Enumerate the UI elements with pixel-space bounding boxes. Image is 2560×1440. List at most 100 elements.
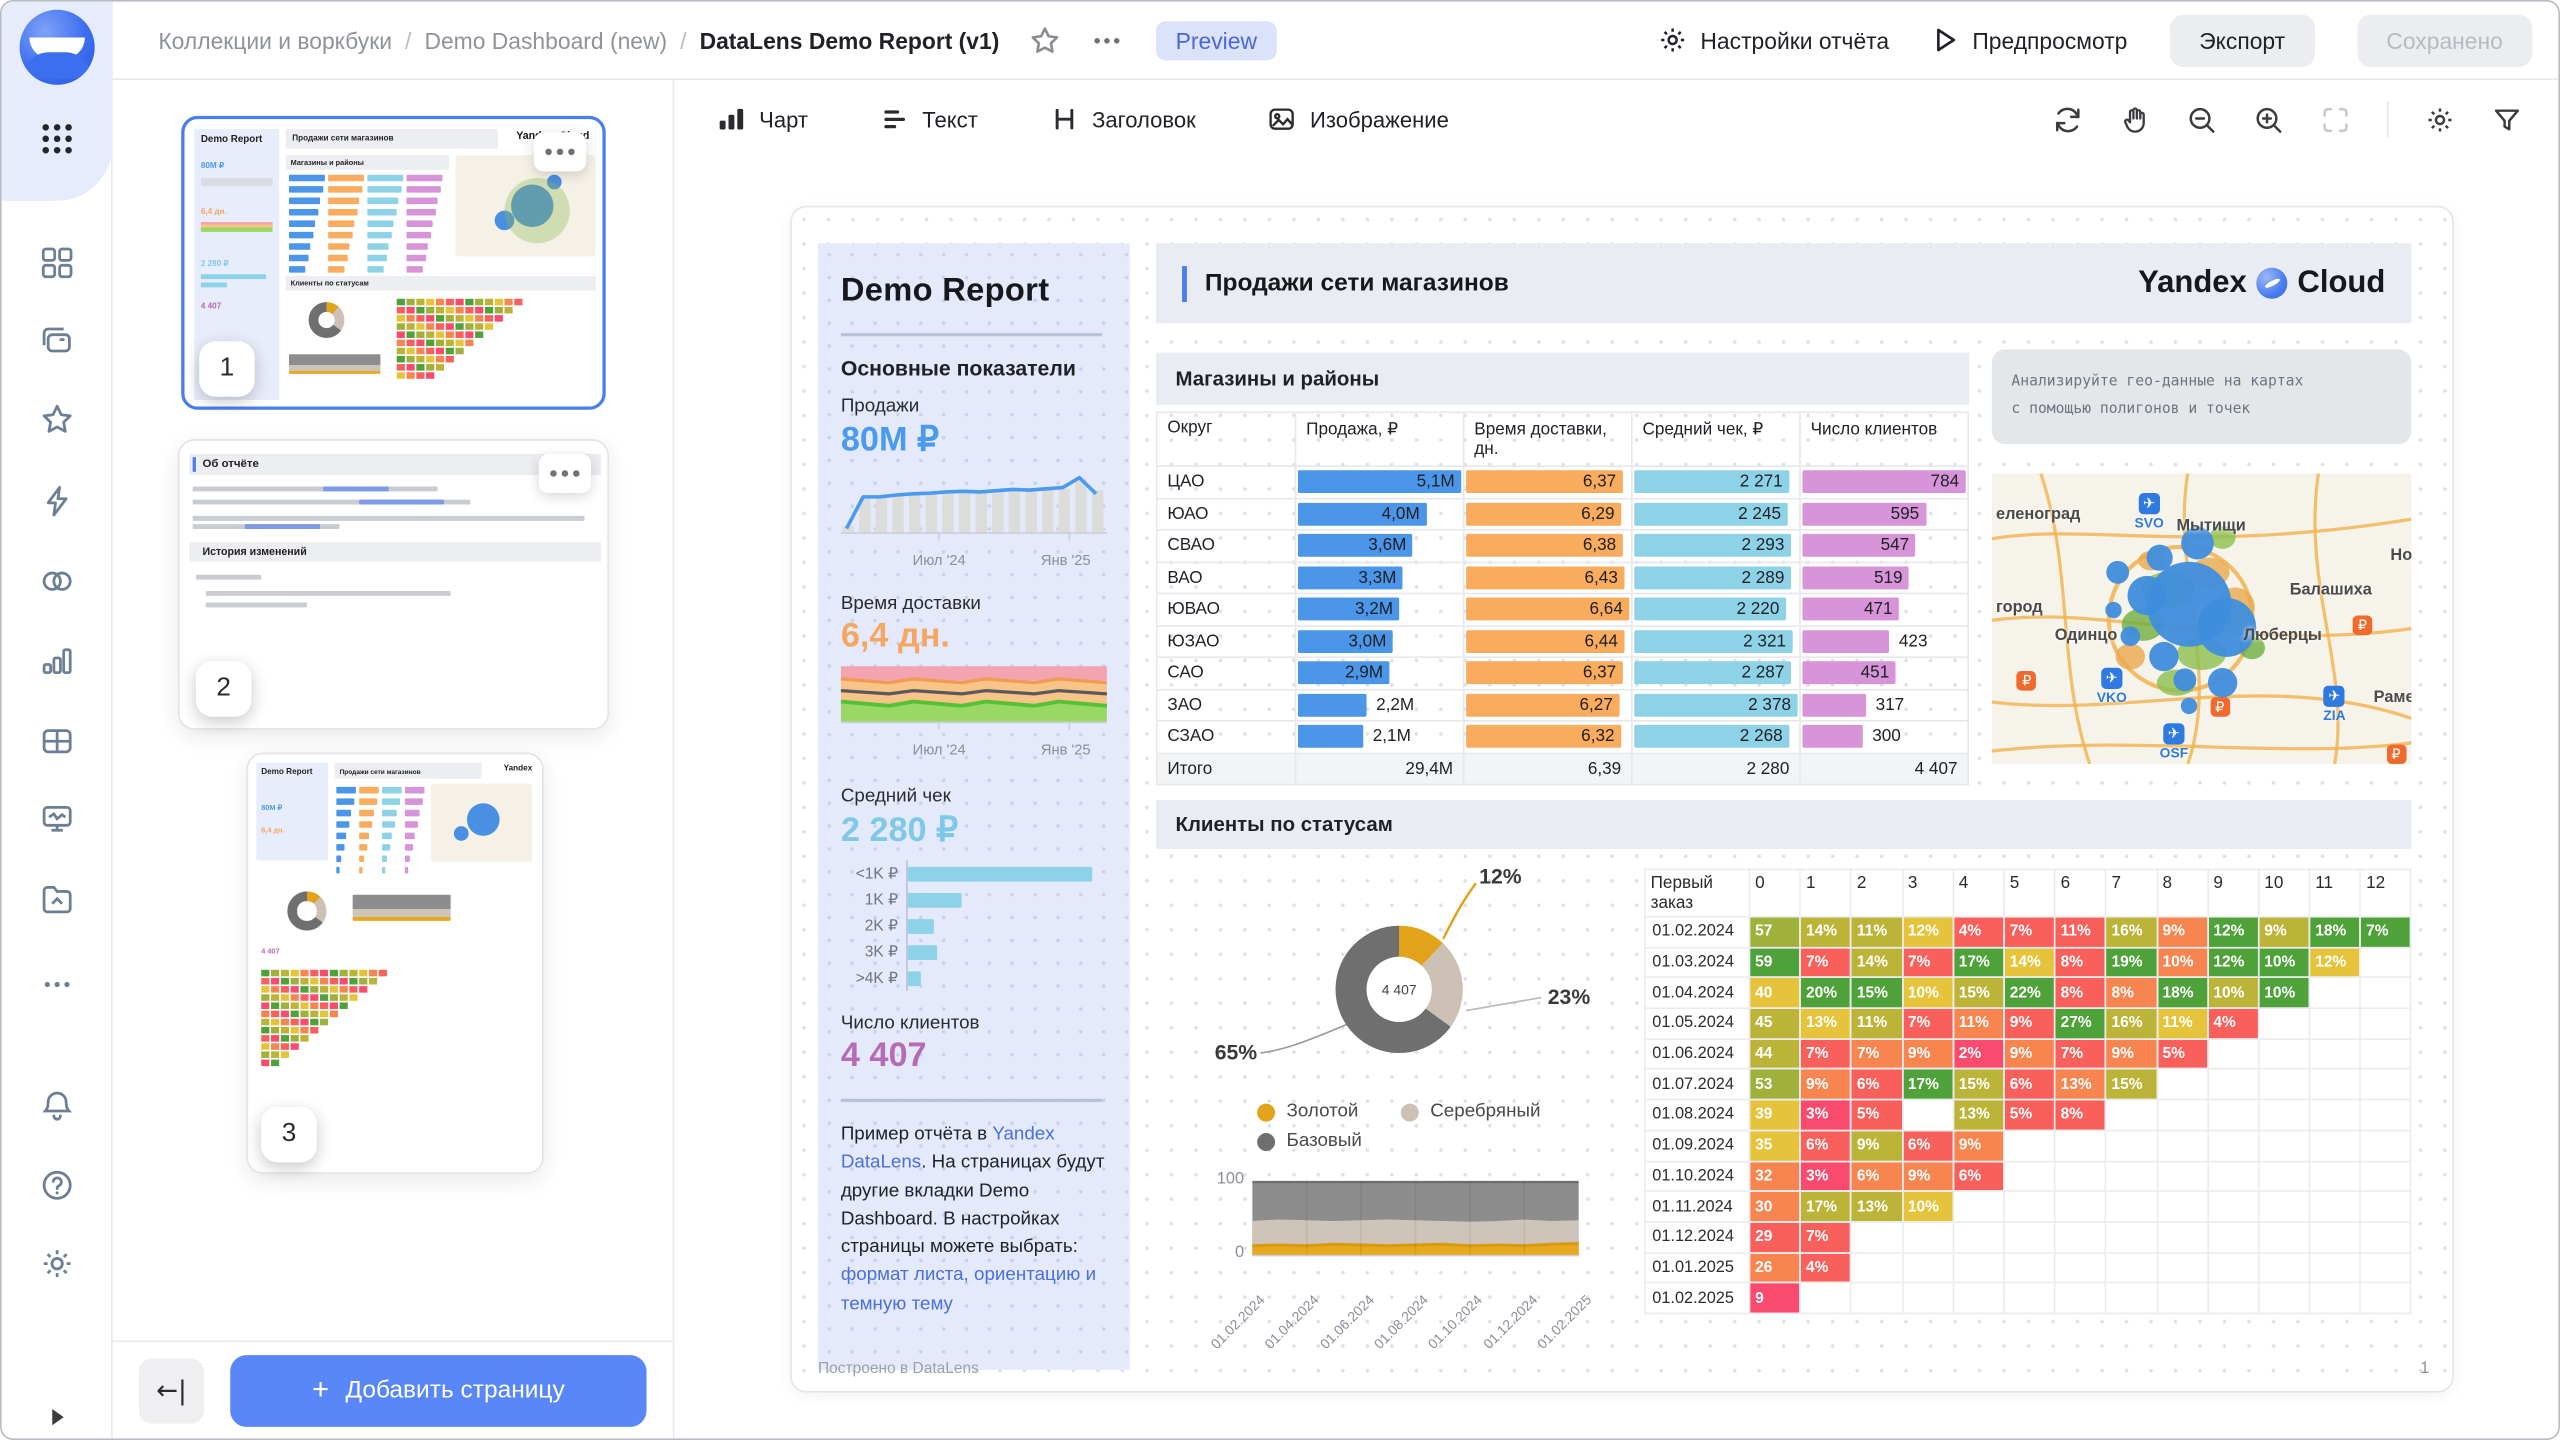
report-header-band: Продажи сети магазинов Yandex Cloud [1156,243,2412,323]
pan-hand-icon[interactable] [2119,104,2150,135]
cohort-row: 01.02.20245714%11%12%4%7%11%16%9%12%9%18… [1645,917,2411,948]
report-header-title: Продажи сети магазинов [1205,269,1509,297]
table-row[interactable]: СВАО3,6М6,382 293547 [1156,531,1969,563]
page-2-menu-button[interactable] [539,454,591,493]
page-1-cohort-preview [397,299,523,379]
sidebar-item-dashboards-icon[interactable] [38,245,74,281]
fit-screen-icon[interactable] [2320,104,2351,135]
divider [841,333,1102,336]
legend-item[interactable]: Базовый [1257,1131,1362,1151]
report-settings-button[interactable]: Настройки отчёта [1656,24,1889,55]
kpi-section-title: Основные показатели [841,356,1107,380]
table-row[interactable]: ЗАО2,2М6,272 378317 [1156,690,1969,722]
avg-check-bar-chart[interactable]: <1K ₽1K ₽2K ₽3K ₽>4K ₽ [841,860,1107,991]
sidebar-item-collections-icon[interactable] [38,323,74,359]
zoom-out-icon[interactable] [2186,104,2217,135]
table-column-header[interactable]: Средний чек, ₽ [1633,413,1801,465]
help-icon[interactable] [38,1167,74,1203]
cohort-row: 01.11.20243017%13%10% [1645,1191,2411,1222]
table-column-header[interactable]: Число клиентов [1801,413,1969,465]
divider [841,1099,1102,1102]
geo-map[interactable]: еленоградМытищиНоБалашихагородОдинцоЛюбе… [1992,473,2412,764]
sidebar-item-favorites-icon[interactable] [38,402,74,438]
table-row[interactable]: ЮАО4,0М6,292 245595 [1156,499,1969,531]
preview-button[interactable]: Предпросмотр [1932,26,2128,54]
sidebar-item-storage-icon[interactable] [38,882,74,918]
ruble-marker: ₽ [2353,616,2373,636]
district-table[interactable]: ОкругПродажа, ₽Время доставки, дн.Средни… [1156,411,1969,785]
clients-stacked-area-chart[interactable] [1252,1180,1579,1258]
clients-section-header: Клиенты по статусам [1156,800,2412,849]
table-row[interactable]: СЗАО2,1М6,322 268300 [1156,722,1969,754]
kpi-sales-value: 80М ₽ [841,420,1107,461]
ruble-marker: ₽ [2386,744,2406,764]
table-row[interactable]: САО2,9М6,372 287451 [1156,658,1969,690]
sidebar-item-monitoring-icon[interactable] [38,802,74,838]
cohort-heatmap-table[interactable]: Первый заказ012345678910111201.02.202457… [1644,869,2412,1315]
settings-gear-icon[interactable] [38,1246,74,1282]
kpi-delivery-label: Время доставки [841,594,1107,614]
table-row[interactable]: ЦАО5,1М6,372 271784 [1156,467,1969,499]
report-description: Пример отчёта в Yandex DataLens. На стра… [841,1122,1107,1319]
sheet-format-link[interactable]: формат листа, [841,1266,969,1286]
sidebar-item-connections-icon[interactable] [38,483,74,519]
page-1-menu-button[interactable] [534,132,586,171]
page-thumbnail-1[interactable]: Demo Report 80М ₽ 6,4 дн. 2 280 ₽ 4 407 … [181,116,605,410]
application-window: Коллекции и воркбуки / Demo Dashboard (n… [0,0,2560,1440]
table-column-header[interactable]: Время доставки, дн. [1464,413,1632,465]
left-rail [2,2,113,1439]
header-accent-bar [1182,265,1187,301]
page-1-donut-preview [309,302,345,338]
map-place-label: еленоград [1996,505,2080,523]
sidebar-item-charts-icon[interactable] [38,643,74,679]
delivery-area-chart[interactable] [841,666,1107,731]
report-title: Demo Report [841,273,1107,311]
report-page[interactable]: Demo Report Основные показатели Продажи … [790,206,2454,1393]
apps-grid-icon[interactable] [38,121,74,157]
legend-item[interactable]: Серебряный [1401,1102,1541,1122]
preview-mode-badge[interactable]: Preview [1156,20,1276,59]
insert-image-button[interactable]: Изображение [1268,104,1449,133]
favorite-star-icon[interactable] [1029,24,1062,57]
yandex-cloud-sphere-icon [2257,268,2288,299]
table-row[interactable]: ЮВАО3,2М6,642 220471 [1156,594,1969,626]
datalens-logo[interactable] [20,10,95,85]
cohort-row: 01.03.2024597%14%7%17%14%8%19%10%12%10%1… [1645,947,2411,978]
kpi-delivery-value: 6,4 дн. [841,617,1107,656]
sidebar-item-more-icon[interactable] [38,967,74,1003]
expand-rail-icon[interactable] [45,1406,68,1429]
more-actions-icon[interactable] [1091,24,1124,57]
zoom-in-icon[interactable] [2253,104,2284,135]
refresh-icon[interactable] [2052,104,2083,135]
insert-chart-button[interactable]: Чарт [717,104,808,133]
table-column-header[interactable]: Продажа, ₽ [1296,413,1464,465]
breadcrumb-collections[interactable]: Коллекции и воркбуки [158,27,392,53]
filter-funnel-icon[interactable] [2491,104,2522,135]
collapse-panel-button[interactable]: ←| [139,1358,204,1423]
kpi-column: Demo Report Основные показатели Продажи … [818,243,1130,1370]
sidebar-item-tables-icon[interactable] [38,723,74,759]
saved-button[interactable]: Сохранено [2357,14,2532,66]
notifications-bell-icon[interactable] [38,1087,74,1123]
export-button[interactable]: Экспорт [2170,14,2315,66]
canvas-settings-gear-icon[interactable] [2424,104,2455,135]
table-row[interactable]: ЮЗАО3,0М6,442 321423 [1156,626,1969,658]
table-row[interactable]: ВАО3,3М6,432 289519 [1156,563,1969,595]
legend-item[interactable]: Золотой [1257,1102,1358,1122]
insert-text-button[interactable]: Текст [880,104,978,133]
gear-icon [1656,24,1687,55]
table-section-header: Магазины и районы [1156,353,1969,405]
sales-sparkline-chart[interactable] [841,470,1107,542]
breadcrumb-workbook[interactable]: Demo Dashboard (new) [424,27,667,53]
page-thumbnail-3[interactable]: Demo Report 80М ₽ 6,4 дн. Продажи сети м… [247,753,544,1174]
donut-chart[interactable]: 4 407 [1336,926,1463,1053]
add-page-button[interactable]: + Добавить страницу [230,1354,646,1426]
page-thumbnail-2[interactable]: Об отчёте История изменений 2 [178,439,609,730]
table-column-header[interactable]: Округ [1156,413,1296,465]
status-legend: Золотой Серебряный Базовый [1257,1102,1616,1151]
sidebar-item-datasets-icon[interactable] [38,563,74,599]
report-page-number: 1 [2420,1360,2429,1378]
cohort-row: 01.01.2025264% [1645,1252,2411,1283]
insert-heading-button[interactable]: Заголовок [1050,104,1196,133]
donut-label-silver: 23% [1548,984,1591,1008]
